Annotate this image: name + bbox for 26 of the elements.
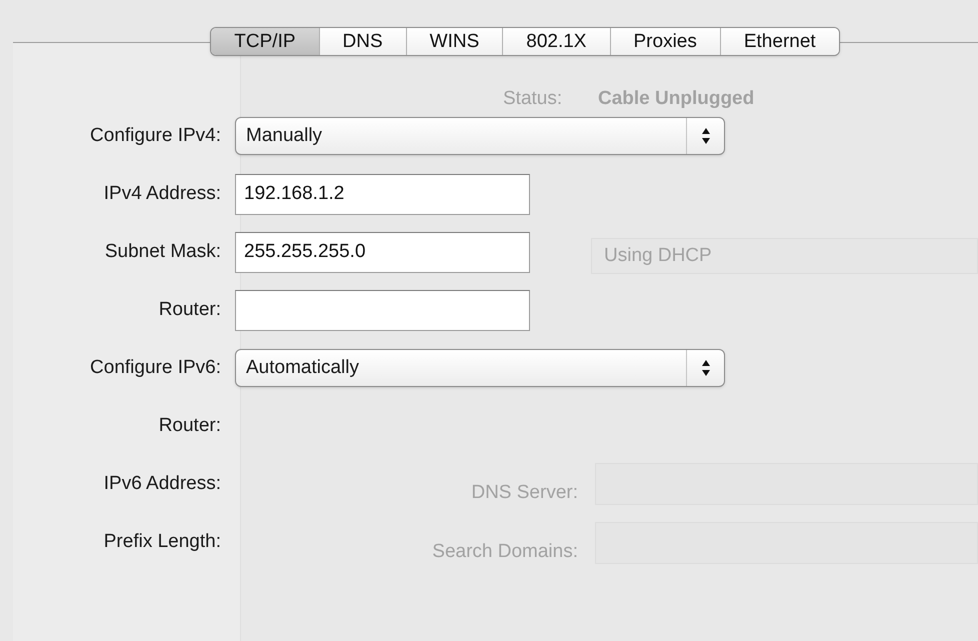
field-label: Router: [158, 414, 222, 438]
tab[interactable]: Ethernet [720, 28, 839, 55]
field-label: Router: [158, 298, 222, 322]
tab[interactable]: WINS [406, 28, 502, 55]
field-label: IPv4 Address: [102, 182, 222, 206]
tab[interactable]: TCP/IP [211, 28, 319, 55]
tab[interactable]: Proxies [610, 28, 720, 55]
stepper-arrows-icon [700, 359, 710, 377]
field-label: Subnet Mask: [104, 240, 222, 264]
field-label: Configure IPv6: [89, 356, 222, 380]
tab[interactable]: DNS [318, 28, 406, 55]
search-domains-label: Search Domains: [432, 540, 578, 564]
dropdown-select[interactable]: Manually [235, 117, 725, 155]
config-field: Using DHCP [591, 238, 978, 274]
status-value: Cable Unplugged [598, 87, 754, 111]
dns-server-label: DNS Server: [471, 481, 578, 505]
text-field[interactable] [235, 290, 530, 330]
field-label: IPv6 Address: [102, 472, 222, 496]
text-field[interactable]: 255.255.255.0 [235, 232, 530, 272]
text-field[interactable]: 192.168.1.2 [235, 174, 530, 214]
stepper-arrows-icon [700, 127, 710, 145]
field-label: Configure IPv4: [89, 124, 222, 148]
status-label: Status: [503, 87, 562, 111]
tab[interactable]: 802.1X [502, 28, 610, 55]
dropdown-select[interactable]: Automatically [235, 349, 725, 387]
field-label: Prefix Length: [102, 530, 222, 554]
